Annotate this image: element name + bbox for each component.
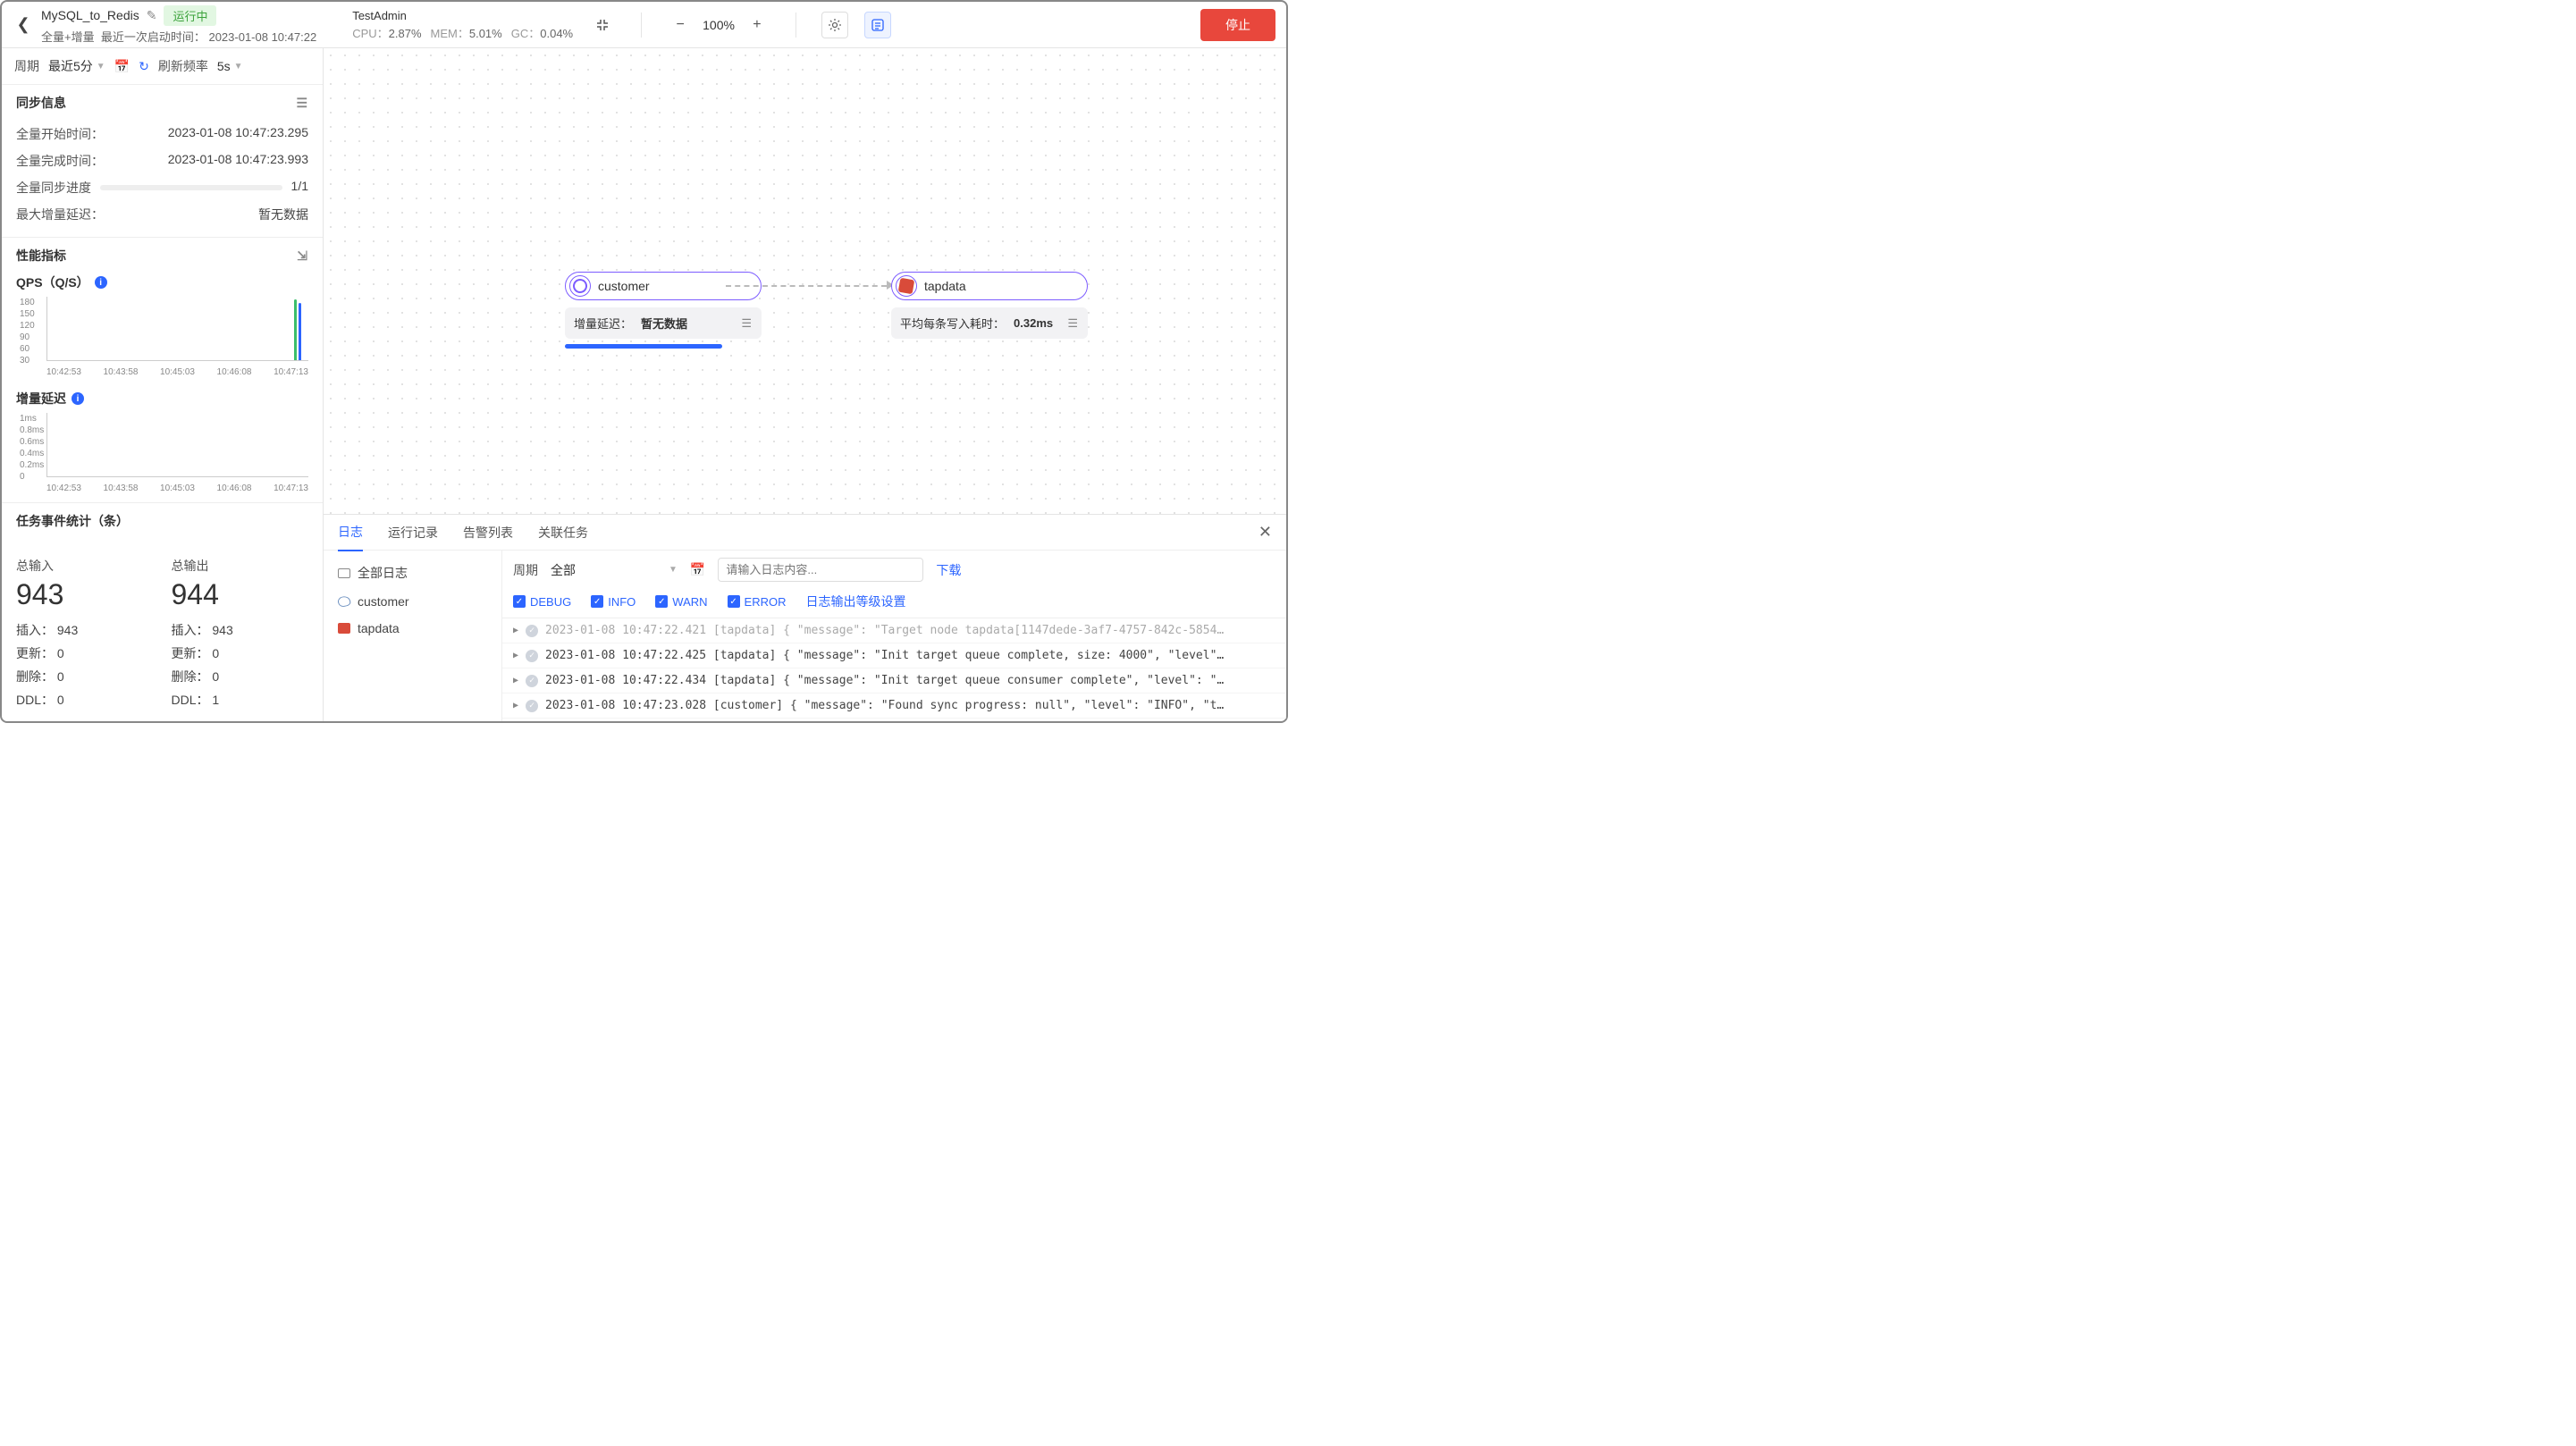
log-line[interactable]: ▶✓2023-01-08 10:47:22.421 [tapdata] { "m…: [502, 618, 1286, 643]
calendar-icon[interactable]: 📅: [690, 562, 705, 577]
tab-related[interactable]: 关联任务: [538, 515, 588, 551]
level-warn-checkbox[interactable]: ✓WARN: [655, 595, 707, 609]
level-settings-link[interactable]: 日志输出等级设置: [806, 593, 906, 610]
status-badge: 运行中: [164, 5, 216, 26]
admin-name: TestAdmin: [352, 9, 573, 22]
stats-title: 任务事件统计（条）: [16, 512, 129, 530]
stop-button[interactable]: 停止: [1200, 9, 1275, 41]
zoom-in-button[interactable]: +: [744, 12, 770, 38]
zoom-level: 100%: [703, 18, 735, 32]
perf-title: 性能指标: [16, 247, 66, 265]
sync-menu-icon[interactable]: ☰: [296, 96, 308, 111]
log-line[interactable]: ▶✓2023-01-08 10:47:22.425 [tapdata] { "m…: [502, 643, 1286, 668]
log-period-label: 周期: [513, 561, 538, 579]
tab-run-history[interactable]: 运行记录: [388, 515, 438, 551]
info-icon[interactable]: i: [72, 392, 84, 405]
total-out-label: 总输出: [172, 557, 309, 575]
folder-icon: [338, 568, 350, 578]
level-info-checkbox[interactable]: ✓INFO: [591, 595, 636, 609]
delay-chart: 1ms0.8ms0.6ms0.4ms0.2ms0 10:42:5310:43:5…: [20, 413, 308, 493]
database-icon: [336, 595, 351, 608]
log-search-input[interactable]: [718, 558, 923, 582]
refresh-dropdown[interactable]: 5s▼: [217, 59, 243, 73]
expand-icon[interactable]: ⇲: [297, 248, 308, 264]
log-filter-all[interactable]: 全部日志: [333, 558, 492, 588]
total-in-value: 943: [16, 578, 154, 611]
node-menu-icon[interactable]: ☰: [1067, 316, 1079, 331]
qps-title: QPS（Q/S）: [16, 273, 89, 291]
total-out-value: 944: [172, 578, 309, 611]
delay-title: 增量延迟: [16, 390, 66, 408]
log-line[interactable]: ▶✓2023-01-08 10:47:22.434 [tapdata] { "m…: [502, 668, 1286, 694]
info-icon[interactable]: i: [95, 276, 107, 289]
header-subtitle: 全量+增量 最近一次启动时间： 2023-01-08 10:47:22: [41, 28, 316, 45]
close-panel-icon[interactable]: ✕: [1259, 523, 1272, 542]
period-dropdown[interactable]: 最近5分▼: [48, 57, 105, 75]
source-node-metric: 增量延迟：暂无数据 ☰: [565, 307, 762, 339]
download-link[interactable]: 下载: [936, 561, 961, 579]
level-debug-checkbox[interactable]: ✓DEBUG: [513, 595, 571, 609]
edit-icon[interactable]: ✎: [147, 8, 157, 23]
qps-chart: 180150120906030 10:42:5310:43:5810:45:03…: [20, 297, 308, 377]
target-node-metric: 平均每条写入耗时：0.32ms ☰: [891, 307, 1088, 339]
log-period-dropdown[interactable]: 全部▼: [551, 561, 678, 579]
log-filter-customer[interactable]: customer: [333, 588, 492, 615]
target-node[interactable]: tapdata: [891, 272, 1088, 300]
detail-panel-icon[interactable]: [864, 12, 891, 38]
database-icon: [569, 275, 591, 297]
calendar-icon[interactable]: 📅: [114, 59, 130, 74]
zoom-out-button[interactable]: −: [667, 12, 694, 38]
log-line[interactable]: ▶✓2023-01-08 10:47:23.028 [customer] { "…: [502, 694, 1286, 719]
node-menu-icon[interactable]: ☰: [741, 316, 753, 331]
source-progress: [565, 344, 722, 349]
tab-log[interactable]: 日志: [338, 514, 363, 551]
period-label: 周期: [14, 57, 39, 75]
refresh-icon[interactable]: ↻: [139, 59, 149, 74]
tab-alarms[interactable]: 告警列表: [463, 515, 513, 551]
flow-canvas[interactable]: customer 增量延迟：暂无数据 ☰ tapdata 平均每条写入耗时：0.…: [324, 48, 1286, 514]
sync-info-title: 同步信息: [16, 94, 66, 112]
task-title: MySQL_to_Redis: [41, 8, 139, 22]
redis-icon: [338, 623, 350, 634]
resource-stats: CPU：2.87% MEM：5.01% GC：0.04%: [352, 24, 573, 41]
log-filter-tapdata[interactable]: tapdata: [333, 615, 492, 642]
redis-icon: [896, 275, 917, 297]
refresh-label: 刷新频率: [158, 57, 208, 75]
connection-line: [726, 285, 887, 287]
fullscreen-exit-icon[interactable]: [589, 12, 616, 38]
settings-icon[interactable]: [821, 12, 848, 38]
level-error-checkbox[interactable]: ✓ERROR: [728, 595, 787, 609]
back-button[interactable]: ❮: [13, 15, 34, 34]
total-in-label: 总输入: [16, 557, 154, 575]
